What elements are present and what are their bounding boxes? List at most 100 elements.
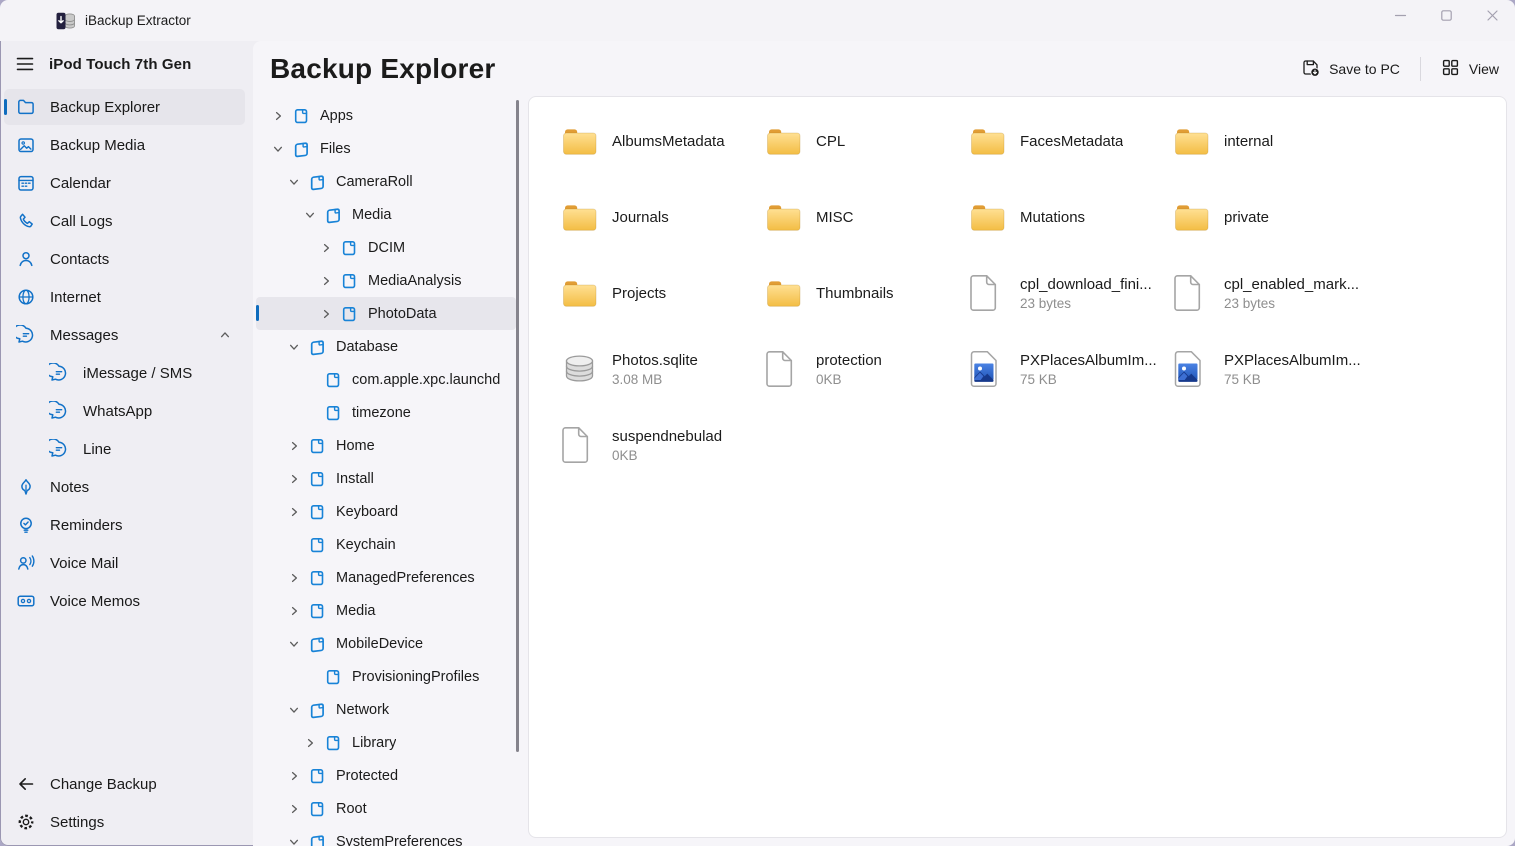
hamburger-menu-icon[interactable] [16, 56, 34, 72]
chevron-down-icon[interactable] [286, 341, 302, 353]
grid-folder-facesmetadata[interactable]: FacesMetadata [969, 103, 1173, 179]
sidebar-item-calendar[interactable]: Calendar [4, 165, 245, 201]
tree-item-dcim[interactable]: DCIM [256, 231, 516, 264]
grid-folder-cpl[interactable]: CPL [765, 103, 969, 179]
chevron-right-icon[interactable] [286, 473, 302, 485]
grid-file-cpl-download-fini[interactable]: cpl_download_fini...23 bytes [969, 255, 1173, 331]
grid-file-photos-sqlite[interactable]: Photos.sqlite3.08 MB [561, 331, 765, 407]
grid-file-pxplacesalbumim[interactable]: PXPlacesAlbumIm...75 KB [1173, 331, 1377, 407]
chevron-right-icon[interactable] [286, 440, 302, 452]
tree-item-mediaanalysis[interactable]: MediaAnalysis [256, 264, 516, 297]
sidebar-item-notes[interactable]: Notes [4, 469, 245, 505]
sidebar-item-line[interactable]: Line [4, 431, 245, 467]
chevron-right-icon[interactable] [270, 110, 286, 122]
tree-item-photodata[interactable]: PhotoData [256, 297, 516, 330]
chevron-down-icon[interactable] [286, 704, 302, 716]
tree-item-managedpreferences[interactable]: ManagedPreferences [256, 561, 516, 594]
tree-item-label: com.apple.xpc.launchd [352, 372, 500, 388]
sidebar-item-voice-mail[interactable]: Voice Mail [4, 545, 245, 581]
file-meta: private [1224, 209, 1269, 226]
minimize-button[interactable] [1377, 0, 1423, 31]
grid-folder-projects[interactable]: Projects [561, 255, 765, 331]
tree-item-keychain[interactable]: Keychain [256, 528, 516, 561]
tree-item-systempreferences[interactable]: SystemPreferences [256, 825, 516, 846]
chevron-right-icon[interactable] [318, 275, 334, 287]
tree-item-root[interactable]: Root [256, 792, 516, 825]
cassette-icon [16, 591, 36, 611]
sidebar-item-reminders[interactable]: Reminders [4, 507, 245, 543]
tree-item-database[interactable]: Database [256, 330, 516, 363]
tree-item-cameraroll[interactable]: CameraRoll [256, 165, 516, 198]
file-size: 0KB [612, 448, 722, 463]
chevron-right-icon[interactable] [286, 506, 302, 518]
grid-file-pxplacesalbumim[interactable]: PXPlacesAlbumIm...75 KB [969, 331, 1173, 407]
sidebar-item-change-backup[interactable]: Change Backup [4, 766, 245, 802]
chevron-right-icon[interactable] [286, 605, 302, 617]
grid-file-protection[interactable]: protection0KB [765, 331, 969, 407]
sidebar-item-backup-media[interactable]: Backup Media [4, 127, 245, 163]
close-button[interactable] [1469, 0, 1515, 31]
file-size: 75 KB [1020, 372, 1157, 387]
tree-item-media[interactable]: Media [256, 594, 516, 627]
sidebar-item-messages[interactable]: Messages [4, 317, 245, 353]
tree-item-timezone[interactable]: timezone [256, 396, 516, 429]
tree-item-label: timezone [352, 405, 411, 421]
grid-folder-internal[interactable]: internal [1173, 103, 1377, 179]
grid-file-suspendnebulad[interactable]: suspendnebulad0KB [561, 407, 765, 483]
save-to-pc-button[interactable]: Save to PC [1293, 52, 1408, 86]
sidebar-item-whatsapp[interactable]: WhatsApp [4, 393, 245, 429]
chevron-down-icon[interactable] [270, 143, 286, 155]
chevron-down-icon[interactable] [302, 209, 318, 221]
sidebar-item-settings[interactable]: Settings [4, 804, 245, 840]
sidebar-item-internet[interactable]: Internet [4, 279, 245, 315]
chevron-down-icon[interactable] [286, 836, 302, 846]
tree-item-home[interactable]: Home [256, 429, 516, 462]
sidebar-item-contacts[interactable]: Contacts [4, 241, 245, 277]
chevron-right-icon[interactable] [318, 308, 334, 320]
sidebar-item-imessage-sms[interactable]: iMessage / SMS [4, 355, 245, 391]
content-header: Backup Explorer Save to PC View [253, 41, 1515, 96]
tree-scrollbar[interactable] [516, 100, 519, 752]
sidebar-item-voice-memos[interactable]: Voice Memos [4, 583, 245, 619]
chevron-up-icon[interactable] [219, 329, 231, 341]
file-name: AlbumsMetadata [612, 133, 725, 150]
grid-folder-journals[interactable]: Journals [561, 179, 765, 255]
chevron-right-icon[interactable] [286, 770, 302, 782]
chevron-right-icon[interactable] [302, 737, 318, 749]
tree-item-label: Database [336, 339, 398, 355]
grid-folder-private[interactable]: private [1173, 179, 1377, 255]
grid-folder-misc[interactable]: MISC [765, 179, 969, 255]
file-name: internal [1224, 133, 1273, 150]
view-button[interactable]: View [1433, 52, 1507, 86]
file-meta: suspendnebulad0KB [612, 428, 722, 463]
grid-folder-mutations[interactable]: Mutations [969, 179, 1173, 255]
tree-item-media[interactable]: Media [256, 198, 516, 231]
chat-icon [49, 401, 69, 421]
file-size: 75 KB [1224, 372, 1361, 387]
grid-folder-thumbnails[interactable]: Thumbnails [765, 255, 969, 331]
tree-item-files[interactable]: Files [256, 132, 516, 165]
sidebar-item-label: Notes [50, 479, 89, 496]
chevron-right-icon[interactable] [286, 803, 302, 815]
chevron-right-icon[interactable] [318, 242, 334, 254]
maximize-button[interactable] [1423, 0, 1469, 31]
sidebar-item-call-logs[interactable]: Call Logs [4, 203, 245, 239]
chevron-down-icon[interactable] [286, 176, 302, 188]
tree-item-protected[interactable]: Protected [256, 759, 516, 792]
grid-folder-albumsmetadata[interactable]: AlbumsMetadata [561, 103, 765, 179]
tree-item-provisioningprofiles[interactable]: ProvisioningProfiles [256, 660, 516, 693]
grid-file-cpl-enabled-mark[interactable]: cpl_enabled_mark...23 bytes [1173, 255, 1377, 331]
tree-item-keyboard[interactable]: Keyboard [256, 495, 516, 528]
sidebar-item-backup-explorer[interactable]: Backup Explorer [4, 89, 245, 125]
chevron-right-icon[interactable] [286, 572, 302, 584]
tree-item-network[interactable]: Network [256, 693, 516, 726]
file-meta: AlbumsMetadata [612, 133, 725, 150]
file-meta: FacesMetadata [1020, 133, 1123, 150]
tree-item-library[interactable]: Library [256, 726, 516, 759]
tree-item-mobiledevice[interactable]: MobileDevice [256, 627, 516, 660]
chevron-down-icon[interactable] [286, 638, 302, 650]
file-meta: Journals [612, 209, 669, 226]
tree-item-apps[interactable]: Apps [256, 99, 516, 132]
tree-item-com-apple-xpc-launchd[interactable]: com.apple.xpc.launchd [256, 363, 516, 396]
tree-item-install[interactable]: Install [256, 462, 516, 495]
